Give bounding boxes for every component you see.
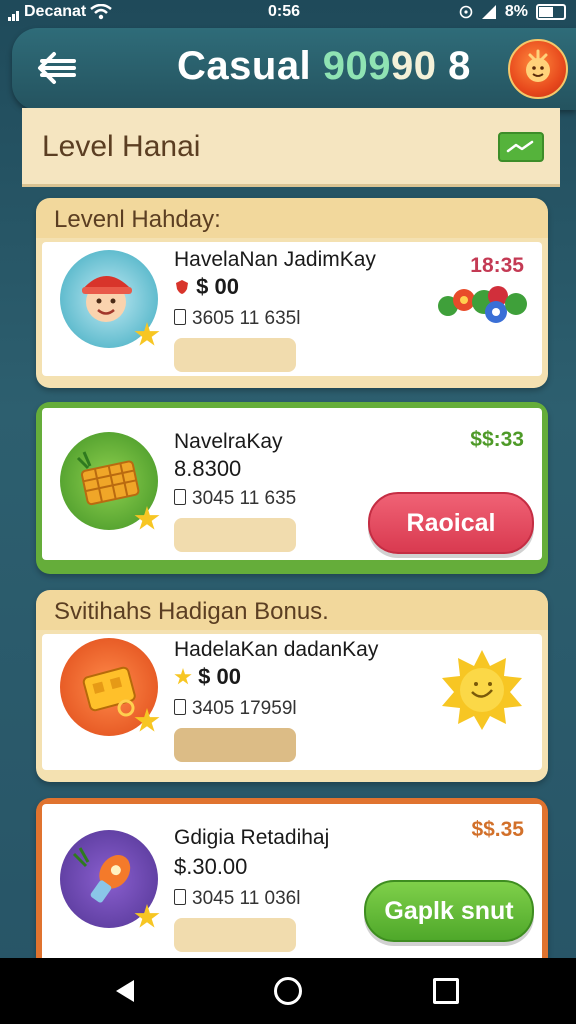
location-icon	[459, 5, 473, 19]
nav-recent-icon[interactable]	[433, 978, 459, 1004]
carrier-label: Decanat	[24, 3, 87, 20]
section-heading: Levenl Hahday:	[54, 206, 221, 233]
app-header: Casual 90990 8	[12, 28, 576, 110]
title-text: Casual	[177, 44, 312, 88]
battery-icon	[536, 4, 566, 20]
item-slot	[174, 728, 296, 762]
item-title: HavelaNan JadimKay	[174, 248, 376, 271]
item-price: $ 00	[174, 664, 241, 690]
nav-home-icon[interactable]	[274, 977, 302, 1005]
red-action-button[interactable]: Raoical	[368, 492, 534, 554]
section-heading: Svitihahs Hadigan Bonus.	[54, 598, 329, 625]
card-body: HadelaKan dadanKay $ 00 3405 17959l	[42, 634, 542, 770]
stats-button[interactable]	[498, 132, 544, 162]
flower-bouquet-icon	[438, 286, 527, 323]
status-bar: Decanat 0:56 8%	[0, 0, 576, 26]
trend-chart-icon	[506, 140, 534, 153]
item-slot	[174, 918, 296, 952]
item-slot	[174, 518, 296, 552]
code-icon	[174, 489, 186, 505]
item-code: 3045 11 635	[174, 488, 296, 510]
item-title: NavelraKay	[174, 430, 283, 453]
item-price: $ 00	[174, 274, 239, 300]
clock: 0:56	[268, 3, 301, 20]
reward-card-4: Gdigia Retadihaj $.30.00 3045 11 036l $$…	[36, 798, 548, 974]
item-amount: 18:35	[470, 254, 524, 277]
code-icon	[174, 309, 186, 325]
reward-card-3: Svitihahs Hadigan Bonus. HadelaKan dadan…	[36, 590, 548, 782]
header-title: Casual 90990 8	[177, 44, 471, 89]
level-title: Level Hanai	[42, 130, 201, 163]
nav-back-icon[interactable]	[116, 980, 134, 1002]
sun-mascot-icon	[526, 49, 550, 82]
item-price: 8.8300	[174, 456, 242, 481]
item-price: $.30.00	[174, 854, 248, 879]
item-title: HadelaKan dadanKay	[174, 638, 379, 661]
signal-icon	[8, 3, 20, 21]
item-code: 3605 11 635l	[174, 308, 300, 330]
back-button[interactable]	[34, 48, 78, 88]
code-icon	[174, 699, 186, 715]
item-title: Gdigia Retadihaj	[174, 826, 330, 849]
item-code: 3405 17959l	[174, 698, 297, 720]
shield-icon	[176, 280, 188, 294]
profile-avatar-button[interactable]	[508, 39, 568, 99]
score-value-a: 909	[322, 44, 392, 88]
smiling-sun-icon	[442, 650, 522, 730]
battery-percent: 8%	[504, 3, 528, 20]
system-navbar	[0, 958, 576, 1024]
code-icon	[174, 889, 186, 905]
item-amount: $$:33	[470, 428, 524, 451]
item-code: 3045 11 036l	[174, 888, 300, 910]
reward-card-2: NavelraKay 8.8300 3045 11 635 $$:33 Raoi…	[36, 402, 548, 574]
card-body: Gdigia Retadihaj $.30.00 3045 11 036l $$…	[42, 804, 542, 966]
reward-card-1: Levenl Hahday: HavelaNan JadimKay $ 00 3…	[36, 198, 548, 388]
card-body: NavelraKay 8.8300 3045 11 635 $$:33 Raoi…	[42, 408, 542, 560]
card-body: HavelaNan JadimKay $ 00 3605 11 635l 18:…	[42, 242, 542, 376]
item-amount: $$.35	[471, 818, 524, 841]
item-slot	[174, 338, 296, 372]
back-arrow-icon	[38, 52, 76, 84]
green-action-button[interactable]: Gaplk snut	[364, 880, 534, 942]
score-value-b: 90	[391, 44, 437, 88]
wifi-icon	[90, 4, 113, 20]
score-value-c: 8	[448, 44, 471, 88]
level-banner: Level Hanai	[22, 108, 560, 187]
cellular-icon	[481, 5, 496, 19]
star-icon	[174, 668, 192, 685]
